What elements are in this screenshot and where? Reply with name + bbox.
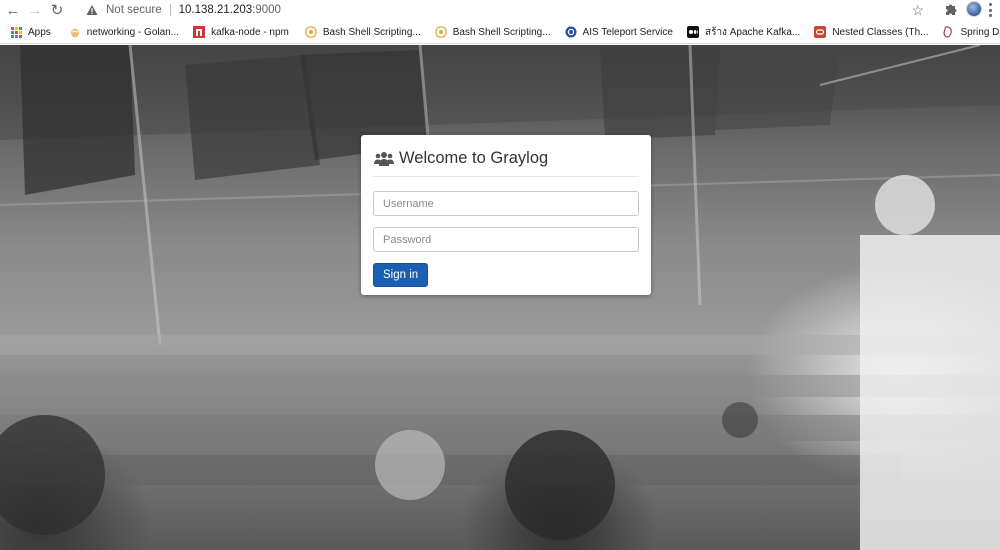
bookmark-nested-classes[interactable]: Nested Classes (Th...	[810, 21, 932, 43]
profile-avatar[interactable]	[966, 1, 982, 17]
bookmark-ais-teleport[interactable]: AIS Teleport Service	[561, 21, 677, 43]
reload-icon[interactable]: ↻	[46, 0, 68, 20]
medium-favicon-icon	[686, 26, 699, 38]
bookmark-label: สร้าง Apache Kafka...	[704, 26, 801, 38]
url-port: :9000	[252, 4, 281, 16]
npm-favicon-icon	[193, 26, 206, 38]
bookmark-networking-golang[interactable]: networking - Golan...	[65, 21, 183, 43]
login-header: Welcome to Graylog	[373, 141, 639, 177]
users-group-icon	[373, 151, 395, 167]
bookmark-bash-scripting-1[interactable]: Bash Shell Scripting...	[301, 21, 425, 43]
bookmark-star-icon[interactable]: ☆	[911, 2, 924, 19]
oracle-favicon-icon	[814, 26, 827, 38]
bookmark-label: Apps	[28, 26, 51, 38]
bookmark-label: Nested Classes (Th...	[832, 26, 929, 38]
sign-in-button[interactable]: Sign in	[373, 263, 429, 287]
forward-arrow-icon[interactable]: →	[24, 0, 46, 20]
password-input[interactable]	[373, 227, 639, 252]
control-room-background-image	[0, 45, 1000, 550]
browser-toolbar: ← → ↻ Not secure 10.138.21.203:9000 ☆	[0, 0, 1000, 20]
bookmark-label: networking - Golan...	[86, 26, 180, 38]
bookmark-spring-data-mongo[interactable]: Spring Data Mongo...	[938, 21, 1000, 43]
apps-grid-icon	[10, 26, 22, 38]
bookmark-label: kafka-node - npm	[211, 26, 289, 38]
username-input[interactable]	[373, 191, 639, 216]
extensions-puzzle-icon[interactable]	[944, 2, 958, 16]
back-arrow-icon[interactable]: ←	[2, 0, 24, 20]
url-host: 10.138.21.203	[178, 4, 253, 16]
login-title: Welcome to Graylog	[399, 149, 549, 167]
bookmark-bash-scripting-2[interactable]: Bash Shell Scripting...	[431, 21, 555, 43]
omnibox-divider	[169, 4, 171, 16]
browser-menu-icon[interactable]	[988, 3, 992, 17]
login-panel: Welcome to Graylog Sign in	[361, 135, 651, 295]
security-status-label[interactable]: Not secure	[106, 4, 162, 16]
site-favicon-icon	[434, 26, 447, 38]
bookmark-label: Bash Shell Scripting...	[452, 26, 551, 38]
gopher-favicon-icon	[69, 26, 81, 38]
address-bar[interactable]: Not secure 10.138.21.203:9000 ☆	[80, 0, 940, 20]
spring-favicon-icon	[942, 26, 954, 38]
bookmark-label: Bash Shell Scripting...	[322, 26, 421, 38]
bookmark-label: AIS Teleport Service	[582, 26, 673, 38]
site-favicon-icon	[305, 26, 317, 38]
url-text[interactable]: 10.138.21.203:9000	[179, 4, 281, 16]
bookmark-apache-kafka-thai[interactable]: สร้าง Apache Kafka...	[683, 21, 804, 43]
warning-triangle-icon[interactable]	[86, 4, 98, 16]
bookmark-apps[interactable]: Apps	[6, 21, 55, 43]
bookmark-label: Spring Data Mongo...	[960, 26, 1000, 38]
page-viewport: Welcome to Graylog Sign in	[0, 45, 1000, 550]
bookmarks-bar: Apps networking - Golan... kafka-node - …	[0, 21, 1000, 44]
bookmark-kafka-node-npm[interactable]: kafka-node - npm	[189, 21, 293, 43]
teleport-favicon-icon	[565, 26, 577, 38]
